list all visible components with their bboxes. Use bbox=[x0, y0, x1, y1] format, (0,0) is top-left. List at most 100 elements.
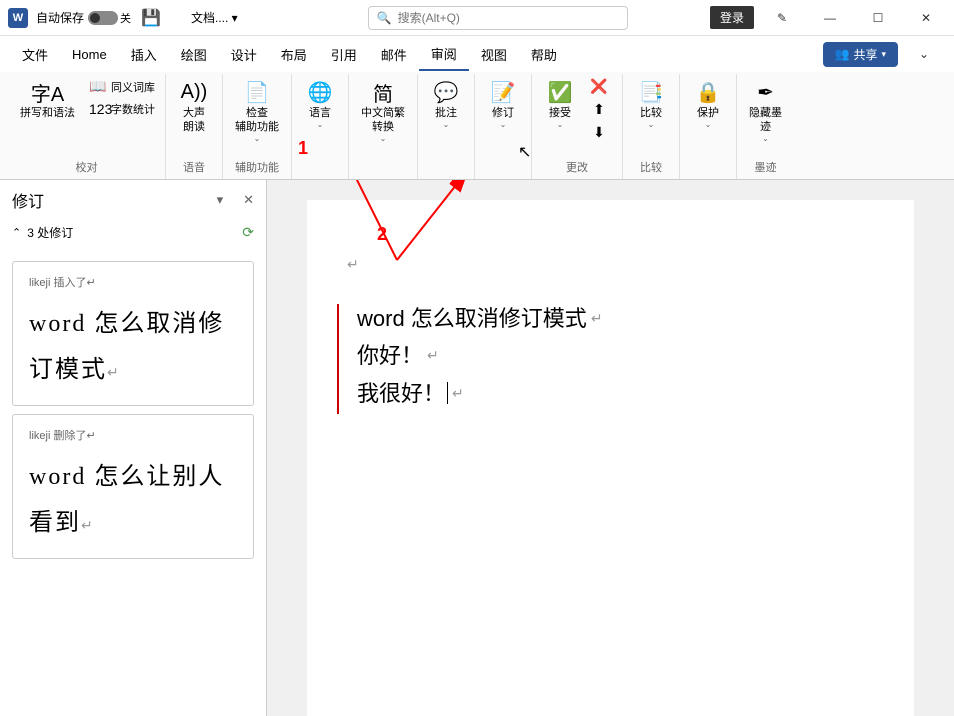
menu-tab-审阅[interactable]: 审阅 bbox=[419, 38, 469, 71]
search-box[interactable]: 🔍 bbox=[368, 6, 628, 30]
menu-tab-绘图[interactable]: 绘图 bbox=[169, 39, 219, 70]
ribbon-button[interactable]: ✒隐藏墨迹⌄ bbox=[743, 76, 788, 145]
document-content[interactable]: word 怎么取消修订模式↵你好！↵我很好！↵ bbox=[357, 300, 884, 412]
word-app-icon: W bbox=[8, 8, 28, 28]
ribbon-group-label: 比较 bbox=[640, 159, 662, 177]
ribbon-small-button[interactable]: ⬇ bbox=[586, 122, 616, 143]
ribbon-icon: 💬 bbox=[434, 78, 459, 106]
ribbon-button[interactable]: 💬批注⌄ bbox=[424, 76, 468, 131]
chevron-down-icon: ▾ bbox=[881, 49, 886, 60]
menu-tab-设计[interactable]: 设计 bbox=[219, 39, 269, 70]
chevron-down-icon: ⌄ bbox=[705, 120, 712, 129]
menu-tab-帮助[interactable]: 帮助 bbox=[519, 39, 569, 70]
page[interactable]: ↵ word 怎么取消修订模式↵你好！↵我很好！↵ bbox=[307, 200, 914, 716]
ribbon-icon: 📖 bbox=[89, 78, 107, 95]
menu-tab-插入[interactable]: 插入 bbox=[119, 39, 169, 70]
menu-tab-邮件[interactable]: 邮件 bbox=[369, 39, 419, 70]
revision-author: likeji 删除了↵ bbox=[29, 427, 237, 443]
ribbon-icon: 简 bbox=[373, 78, 393, 106]
revision-count: 3 处修订 bbox=[27, 224, 73, 241]
ribbon-button[interactable]: 🌐语言⌄ bbox=[298, 76, 342, 131]
return-mark-icon: ↵ bbox=[591, 307, 603, 331]
ribbon-group: 🔒保护⌄ bbox=[680, 74, 737, 179]
revision-card[interactable]: likeji 删除了↵ word 怎么让别人看到↵ bbox=[12, 414, 254, 559]
ribbon-icon: 📝 bbox=[491, 78, 516, 106]
ribbon-group: 简中文简繁转换⌄ bbox=[349, 74, 418, 179]
maximize-button[interactable]: ☐ bbox=[858, 3, 898, 33]
ribbon-icon: ⬇ bbox=[590, 124, 608, 141]
document-name[interactable]: 文档.... ▾ bbox=[191, 9, 238, 26]
autosave-state: 关 bbox=[120, 10, 131, 26]
ribbon-group-label: 校对 bbox=[76, 159, 98, 177]
ribbon-group-label: 辅助功能 bbox=[235, 159, 279, 177]
panel-close-icon[interactable]: ✕ bbox=[243, 192, 254, 208]
menu-tab-Home[interactable]: Home bbox=[60, 41, 119, 68]
ribbon-small-button[interactable]: 📖同义词库 bbox=[85, 76, 159, 97]
ribbon-small-button[interactable]: ⬆ bbox=[586, 99, 616, 120]
refresh-icon[interactable]: ⟳ bbox=[242, 224, 254, 241]
revision-text: word 怎么让别人看到↵ bbox=[29, 455, 237, 546]
revision-list[interactable]: likeji 插入了↵word 怎么取消修订模式↵ likeji 删除了↵ word… bbox=[0, 245, 266, 716]
ribbon-group: A))大声朗读语音 bbox=[166, 74, 223, 179]
ribbon-button[interactable]: 🔒保护⌄ bbox=[686, 76, 730, 131]
pen-icon[interactable]: ✎ bbox=[762, 3, 802, 33]
document-line[interactable]: word 怎么取消修订模式↵ bbox=[357, 300, 884, 337]
panel-title: 修订 bbox=[12, 188, 211, 212]
save-icon[interactable]: 💾 bbox=[141, 8, 161, 28]
ribbon-button[interactable]: 📑比较⌄ bbox=[629, 76, 673, 131]
ribbon-icon: ⬆ bbox=[590, 101, 608, 118]
autosave-label: 自动保存 bbox=[36, 9, 84, 26]
autosave-toggle[interactable]: 自动保存 关 bbox=[36, 9, 131, 26]
ribbon-button[interactable]: A))大声朗读 bbox=[172, 76, 216, 136]
menu-tab-文件[interactable]: 文件 bbox=[10, 39, 60, 70]
menu-tab-视图[interactable]: 视图 bbox=[469, 39, 519, 70]
ribbon-icon: 123 bbox=[89, 101, 107, 117]
ribbon-group: 📝修订⌄ bbox=[475, 74, 532, 179]
ribbon-button[interactable]: 📝修订⌄ bbox=[481, 76, 525, 131]
ribbon-options-icon[interactable]: ⌄ bbox=[904, 39, 944, 69]
ribbon-button[interactable]: 📄检查辅助功能⌄ bbox=[229, 76, 285, 145]
ribbon-small-button[interactable]: ❌ bbox=[586, 76, 616, 97]
menu-tab-布局[interactable]: 布局 bbox=[269, 39, 319, 70]
ribbon-group: 💬批注⌄ bbox=[418, 74, 475, 179]
ribbon-small-button[interactable]: 123字数统计 bbox=[85, 99, 159, 119]
mouse-cursor-icon: ↖ bbox=[518, 142, 531, 162]
document-area[interactable]: ↵ word 怎么取消修订模式↵你好！↵我很好！↵ 2 bbox=[267, 180, 954, 716]
ribbon-icon: 🔒 bbox=[696, 78, 721, 106]
ribbon-icon: ✅ bbox=[548, 78, 573, 106]
main-area: 修订 ▾ ✕ ⌃ 3 处修订 ⟳ likeji 插入了↵word 怎么取消修订模… bbox=[0, 180, 954, 716]
ribbon-button[interactable]: 简中文简繁转换⌄ bbox=[355, 76, 411, 145]
menu-tab-引用[interactable]: 引用 bbox=[319, 39, 369, 70]
ribbon-icon: 字A bbox=[31, 78, 64, 106]
ribbon-button[interactable]: ✅接受⌄ bbox=[538, 76, 582, 131]
menubar: 文件Home插入绘图设计布局引用邮件审阅视图帮助 👥 共享 ▾ ⌄ bbox=[0, 36, 954, 72]
panel-dropdown-icon[interactable]: ▾ bbox=[217, 192, 224, 208]
ribbon-button[interactable]: 字A拼写和语法 bbox=[14, 76, 81, 122]
ribbon-icon: ✒ bbox=[757, 78, 774, 106]
minimize-button[interactable]: — bbox=[810, 3, 850, 33]
ribbon-icon: 🌐 bbox=[308, 78, 333, 106]
share-button[interactable]: 👥 共享 ▾ bbox=[823, 42, 899, 67]
ribbon-group-label: 语音 bbox=[183, 159, 205, 177]
document-line[interactable]: 你好！↵ bbox=[357, 337, 884, 374]
chevron-down-icon: ⌄ bbox=[648, 120, 655, 129]
close-button[interactable]: ✕ bbox=[906, 3, 946, 33]
chevron-down-icon: ⌄ bbox=[500, 120, 507, 129]
document-line[interactable]: 我很好！↵ bbox=[357, 375, 884, 412]
search-input[interactable] bbox=[398, 11, 619, 25]
toggle-icon[interactable] bbox=[88, 11, 118, 25]
ribbon-group: 字A拼写和语法📖同义词库123字数统计校对 bbox=[8, 74, 166, 179]
revision-card[interactable]: likeji 插入了↵word 怎么取消修订模式↵ bbox=[12, 261, 254, 406]
chevron-down-icon: ⌄ bbox=[557, 120, 564, 129]
login-button[interactable]: 登录 bbox=[710, 6, 754, 29]
chevron-up-icon[interactable]: ⌃ bbox=[12, 226, 21, 239]
chevron-down-icon: ⌄ bbox=[762, 134, 769, 143]
ribbon-group: ✒隐藏墨迹⌄墨迹 bbox=[737, 74, 794, 179]
revision-author: likeji 插入了↵ bbox=[29, 274, 237, 290]
ribbon: 字A拼写和语法📖同义词库123字数统计校对A))大声朗读语音📄检查辅助功能⌄辅助… bbox=[0, 72, 954, 180]
text-cursor bbox=[447, 382, 448, 404]
chevron-down-icon: ⌄ bbox=[443, 120, 450, 129]
ribbon-icon: 📑 bbox=[639, 78, 664, 106]
revisions-panel: 修订 ▾ ✕ ⌃ 3 处修订 ⟳ likeji 插入了↵word 怎么取消修订模… bbox=[0, 180, 267, 716]
share-label: 共享 bbox=[853, 46, 877, 63]
